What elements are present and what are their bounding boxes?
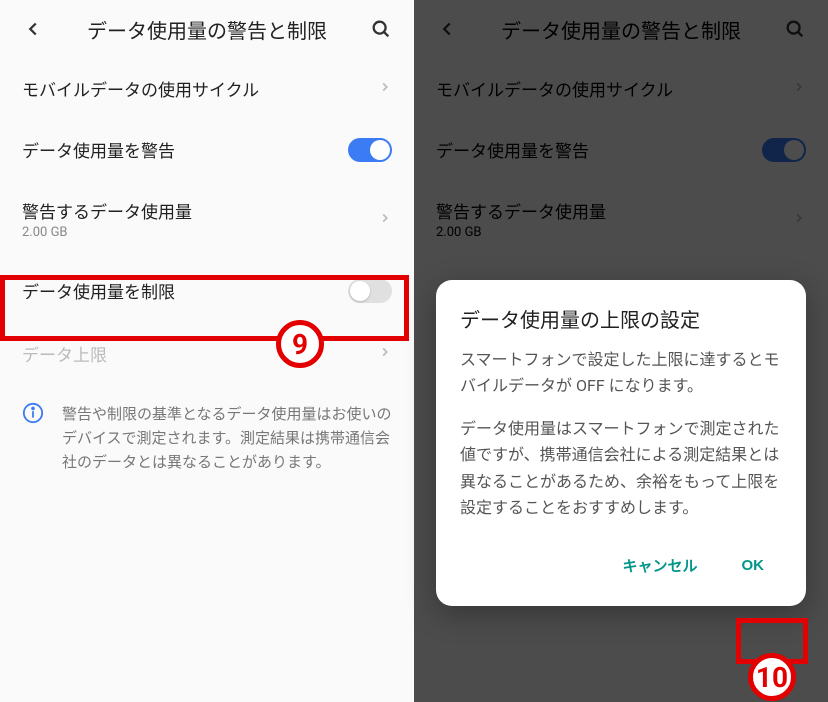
dialog-title: データ使用量の上限の設定 <box>460 304 782 333</box>
page-title: データ使用量の警告と制限 <box>48 15 366 44</box>
info-icon <box>22 402 44 474</box>
chevron-right-icon <box>378 344 392 363</box>
chevron-right-icon <box>378 210 392 229</box>
info-text: 警告や制限の基準となるデータ使用量はお使いのデバイスで測定されます。測定結果は携… <box>62 402 392 474</box>
toggle-warn-usage[interactable] <box>348 138 392 162</box>
header: データ使用量の警告と制限 <box>0 0 414 58</box>
ok-button[interactable]: OK <box>732 545 775 586</box>
dialog-paragraph-2: データ使用量はスマートフォンで測定された値ですが、携帯通信会社による測定結果とは… <box>460 416 782 522</box>
search-icon[interactable] <box>366 14 396 44</box>
dialog-paragraph-1: スマートフォンで設定した上限に達するとモバイルデータが OFF になります。 <box>460 347 782 400</box>
right-screen: データ使用量の警告と制限 モバイルデータの使用サイクル データ使用量を警告 警告… <box>414 0 828 702</box>
dialog-actions: キャンセル OK <box>460 537 782 594</box>
row-label: データ使用量を警告 <box>22 137 348 162</box>
row-label: モバイルデータの使用サイクル <box>22 76 378 101</box>
dialog-data-limit: データ使用量の上限の設定 スマートフォンで設定した上限に達するとモバイルデータが… <box>436 280 806 606</box>
toggle-limit-usage[interactable] <box>348 279 392 303</box>
dialog-overlay: データ使用量の上限の設定 スマートフォンで設定した上限に達するとモバイルデータが… <box>414 0 828 702</box>
info-note: 警告や制限の基準となるデータ使用量はお使いのデバイスで測定されます。測定結果は携… <box>0 384 414 492</box>
dialog-body: スマートフォンで設定した上限に達するとモバイルデータが OFF になります。 デ… <box>460 347 782 521</box>
cancel-button[interactable]: キャンセル <box>612 545 707 586</box>
back-icon[interactable] <box>18 14 48 44</box>
row-sub: 2.00 GB <box>22 225 378 240</box>
chevron-right-icon <box>378 79 392 98</box>
row-data-limit: データ上限 <box>0 323 414 384</box>
row-label: データ使用量を制限 <box>22 278 348 303</box>
row-limit-usage[interactable]: データ使用量を制限 <box>0 258 414 323</box>
left-screen: データ使用量の警告と制限 モバイルデータの使用サイクル データ使用量を警告 警告… <box>0 0 414 702</box>
row-data-cycle[interactable]: モバイルデータの使用サイクル <box>0 58 414 119</box>
row-label: 警告するデータ使用量 <box>22 198 378 223</box>
row-warn-amount[interactable]: 警告するデータ使用量 2.00 GB <box>0 180 414 258</box>
row-label: データ上限 <box>22 341 378 366</box>
row-warn-usage[interactable]: データ使用量を警告 <box>0 119 414 180</box>
